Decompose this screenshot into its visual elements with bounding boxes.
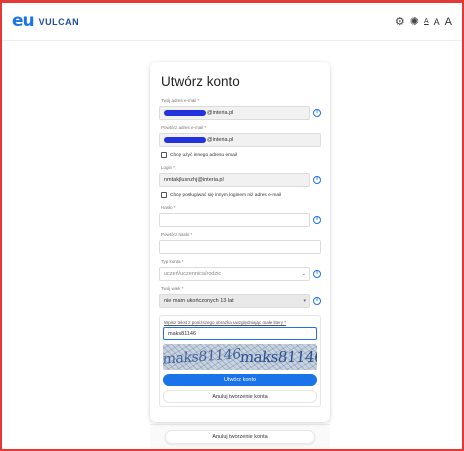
- other-email-checkbox[interactable]: [161, 152, 167, 158]
- captcha-text-2: maks81146: [239, 348, 317, 366]
- email-field[interactable]: @interia.pl: [159, 106, 310, 120]
- other-email-option[interactable]: Chcę użyć innego adresu email: [161, 152, 321, 158]
- info-icon[interactable]: i: [313, 216, 321, 224]
- password-label: Hasło *: [161, 205, 176, 210]
- captcha-section: Wpisz tekst z poniższego obrazka uwzględ…: [159, 315, 321, 407]
- contrast-icon[interactable]: ✺: [410, 15, 419, 28]
- login-field[interactable]: nmtakjlusnzhj@interia.pl: [159, 173, 310, 187]
- other-login-option[interactable]: Chcę posługiwać się innym loginem niż ad…: [161, 192, 321, 198]
- account-type-label: Typ konta *: [161, 259, 184, 264]
- info-icon[interactable]: i: [313, 270, 321, 278]
- chevron-down-icon: ⌄: [301, 271, 306, 277]
- font-size-small-button[interactable]: A: [424, 18, 429, 25]
- email-repeat-value: @interia.pl: [207, 137, 234, 143]
- captcha-input[interactable]: maks81146: [163, 327, 317, 340]
- login-label: Login *: [161, 165, 176, 170]
- footer-cancel-button[interactable]: Anuluj tworzenie konta: [165, 430, 315, 444]
- info-icon[interactable]: i: [313, 109, 321, 117]
- info-icon[interactable]: i: [313, 297, 321, 305]
- cancel-button[interactable]: Anuluj tworzenie konta: [163, 390, 317, 403]
- age-select[interactable]: nie mam ukończonych 13 lat ▾: [159, 294, 310, 308]
- page-title: Utwórz konto: [161, 74, 240, 89]
- register-card: Utwórz konto Twój adres e-mail * @interi…: [150, 62, 330, 422]
- captcha-value: maks81146: [168, 330, 197, 337]
- other-login-label: Chcę posługiwać się innym loginem niż ad…: [170, 192, 282, 198]
- password-repeat-label: Powtórz hasło *: [161, 232, 193, 237]
- font-size-large-button[interactable]: A: [445, 16, 452, 28]
- email-value: @interia.pl: [207, 110, 234, 116]
- password-field[interactable]: [159, 213, 310, 227]
- font-size-medium-button[interactable]: A: [434, 17, 440, 27]
- age-value: nie mam ukończonych 13 lat: [164, 298, 234, 304]
- settings-icon[interactable]: ⚙: [395, 15, 405, 28]
- age-label: Twój wiek *: [161, 286, 184, 291]
- password-repeat-field[interactable]: [159, 240, 321, 254]
- account-type-select[interactable]: uczeń/uczennica/rodzic ⌄: [159, 267, 310, 281]
- captcha-question: Wpisz tekst z poniższego obrazka uwzględ…: [164, 320, 287, 325]
- info-icon[interactable]: i: [313, 176, 321, 184]
- logo-mark: eu: [12, 11, 35, 31]
- login-value: nmtakjlusnzhj@interia.pl: [164, 177, 224, 183]
- email-repeat-label: Powtórz adres e-mail *: [161, 125, 207, 130]
- redaction-mark: [164, 110, 206, 116]
- vulcan-logo[interactable]: eu VULCAN: [12, 13, 79, 30]
- account-type-value: uczeń/uczennica/rodzic: [164, 271, 222, 277]
- captcha-image: maks81146 maks81146: [163, 344, 317, 370]
- accessibility-controls: ⚙ ✺ A A A: [395, 15, 452, 29]
- chevron-down-icon: ▾: [303, 298, 306, 304]
- other-login-checkbox[interactable]: [161, 192, 167, 198]
- top-bar: eu VULCAN ⚙ ✺ A A A: [2, 3, 462, 41]
- redaction-mark: [164, 137, 206, 143]
- create-account-button[interactable]: Utwórz konto: [163, 374, 317, 386]
- email-label: Twój adres e-mail *: [161, 98, 200, 103]
- logo-text: VULCAN: [38, 16, 80, 27]
- other-email-label: Chcę użyć innego adresu email: [170, 152, 237, 158]
- email-repeat-field[interactable]: @interia.pl: [159, 133, 321, 147]
